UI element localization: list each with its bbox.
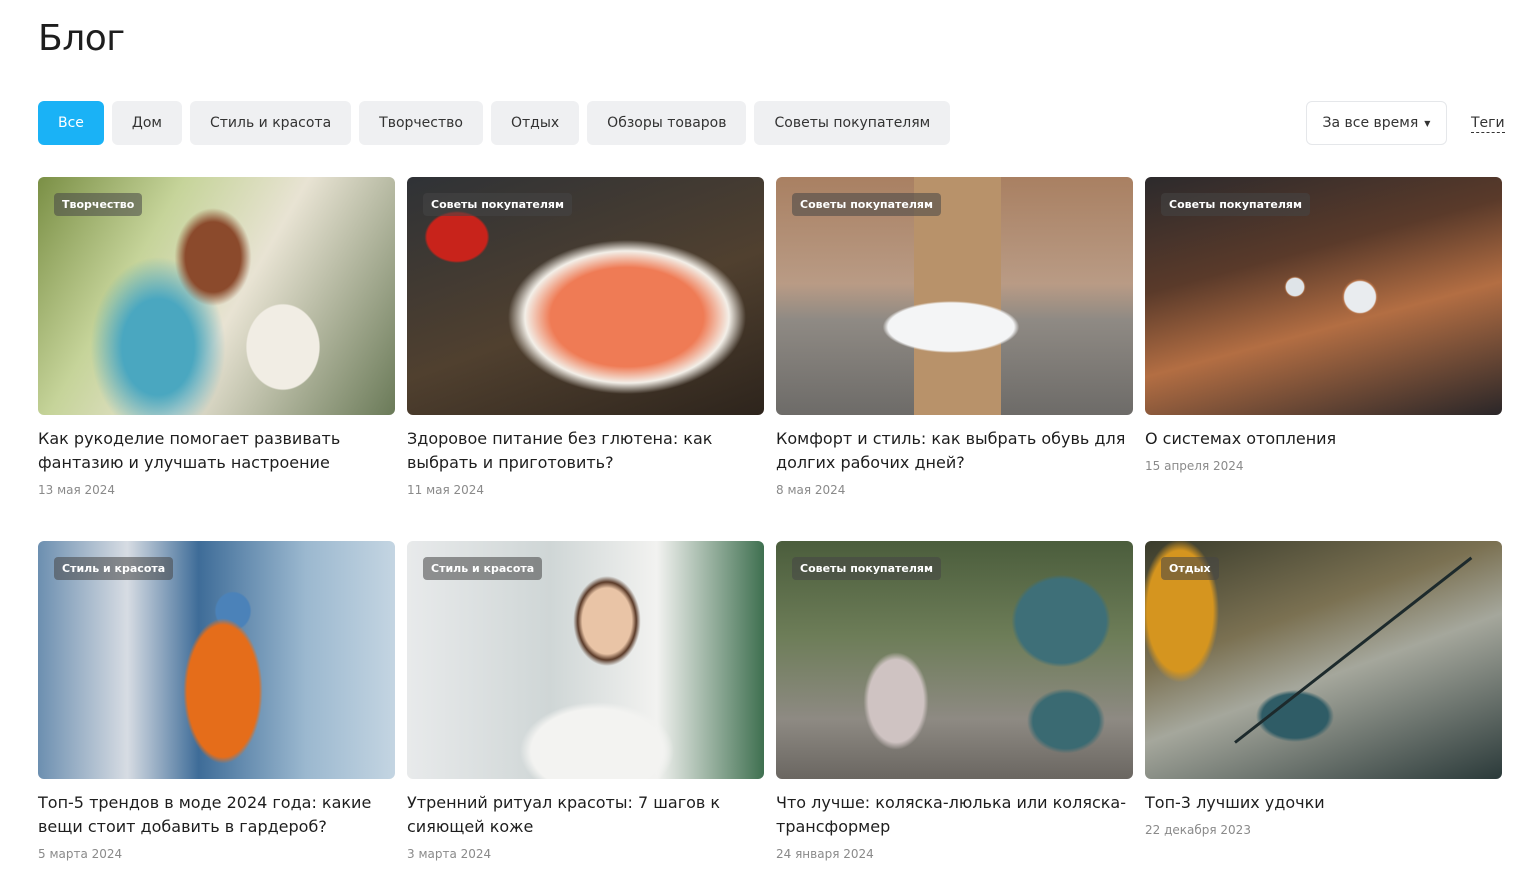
tags-link[interactable]: Теги — [1471, 114, 1505, 133]
post-title[interactable]: О системах отопления — [1145, 427, 1502, 451]
period-dropdown-label: За все время — [1322, 115, 1419, 131]
post-image[interactable]: Советы покупателям — [1145, 177, 1502, 415]
page-title: Блог — [38, 18, 125, 59]
post-card[interactable]: Советы покупателям Здоровое питание без … — [407, 177, 764, 541]
category-badge: Советы покупателям — [792, 193, 941, 216]
post-image[interactable]: Отдых — [1145, 541, 1502, 779]
category-badge: Отдых — [1161, 557, 1219, 580]
filter-product-reviews[interactable]: Обзоры товаров — [587, 101, 747, 145]
post-image[interactable]: Советы покупателям — [776, 177, 1133, 415]
post-date: 11 мая 2024 — [407, 483, 485, 497]
post-image[interactable]: Советы покупателям — [776, 541, 1133, 779]
category-filters: Все Дом Стиль и красота Творчество Отдых… — [38, 101, 951, 145]
post-card[interactable]: Отдых Топ-3 лучших удочки 22 декабря 202… — [1145, 541, 1502, 879]
post-title[interactable]: Топ-5 трендов в моде 2024 года: какие ве… — [38, 791, 395, 839]
caret-down-icon: ▼ — [1424, 118, 1431, 128]
period-dropdown[interactable]: За все время ▼ — [1306, 101, 1447, 145]
category-badge: Стиль и красота — [54, 557, 174, 580]
category-badge: Советы покупателям — [423, 193, 572, 216]
post-card[interactable]: Советы покупателям О системах отопления … — [1145, 177, 1502, 541]
post-card[interactable]: Стиль и красота Утренний ритуал красоты:… — [407, 541, 764, 879]
filter-buyer-tips[interactable]: Советы покупателям — [754, 101, 951, 145]
post-title[interactable]: Утренний ритуал красоты: 7 шагов к сияющ… — [407, 791, 764, 839]
category-badge: Стиль и красота — [423, 557, 543, 580]
fishing-rod-graphic — [1234, 556, 1473, 744]
post-title[interactable]: Здоровое питание без глютена: как выбрат… — [407, 427, 764, 475]
filter-creativity[interactable]: Творчество — [359, 101, 483, 145]
filter-style-beauty[interactable]: Стиль и красота — [190, 101, 352, 145]
category-badge: Творчество — [54, 193, 143, 216]
posts-grid: Творчество Как рукоделие помогает развив… — [38, 177, 1502, 879]
filter-leisure[interactable]: Отдых — [490, 101, 580, 145]
post-date: 24 января 2024 — [776, 847, 874, 861]
post-card[interactable]: Творчество Как рукоделие помогает развив… — [38, 177, 395, 541]
filter-all[interactable]: Все — [38, 101, 104, 145]
post-title[interactable]: Топ-3 лучших удочки — [1145, 791, 1502, 815]
post-image[interactable]: Стиль и красота — [38, 541, 395, 779]
post-title[interactable]: Что лучше: коляска-люлька или коляска-тр… — [776, 791, 1133, 839]
category-badge: Советы покупателям — [792, 557, 941, 580]
post-title[interactable]: Комфорт и стиль: как выбрать обувь для д… — [776, 427, 1133, 475]
post-image[interactable]: Стиль и красота — [407, 541, 764, 779]
post-date: 15 апреля 2024 — [1145, 459, 1244, 473]
post-date: 22 декабря 2023 — [1145, 823, 1251, 837]
post-card[interactable]: Советы покупателям Комфорт и стиль: как … — [776, 177, 1133, 541]
post-image[interactable]: Советы покупателям — [407, 177, 764, 415]
post-date: 13 мая 2024 — [38, 483, 116, 497]
post-date: 8 мая 2024 — [776, 483, 846, 497]
post-card[interactable]: Стиль и красота Топ-5 трендов в моде 202… — [38, 541, 395, 879]
post-card[interactable]: Советы покупателям Что лучше: коляска-лю… — [776, 541, 1133, 879]
post-date: 5 марта 2024 — [38, 847, 123, 861]
category-badge: Советы покупателям — [1161, 193, 1310, 216]
post-date: 3 марта 2024 — [407, 847, 492, 861]
filter-home[interactable]: Дом — [111, 101, 182, 145]
post-title[interactable]: Как рукоделие помогает развивать фантази… — [38, 427, 395, 475]
post-image[interactable]: Творчество — [38, 177, 395, 415]
